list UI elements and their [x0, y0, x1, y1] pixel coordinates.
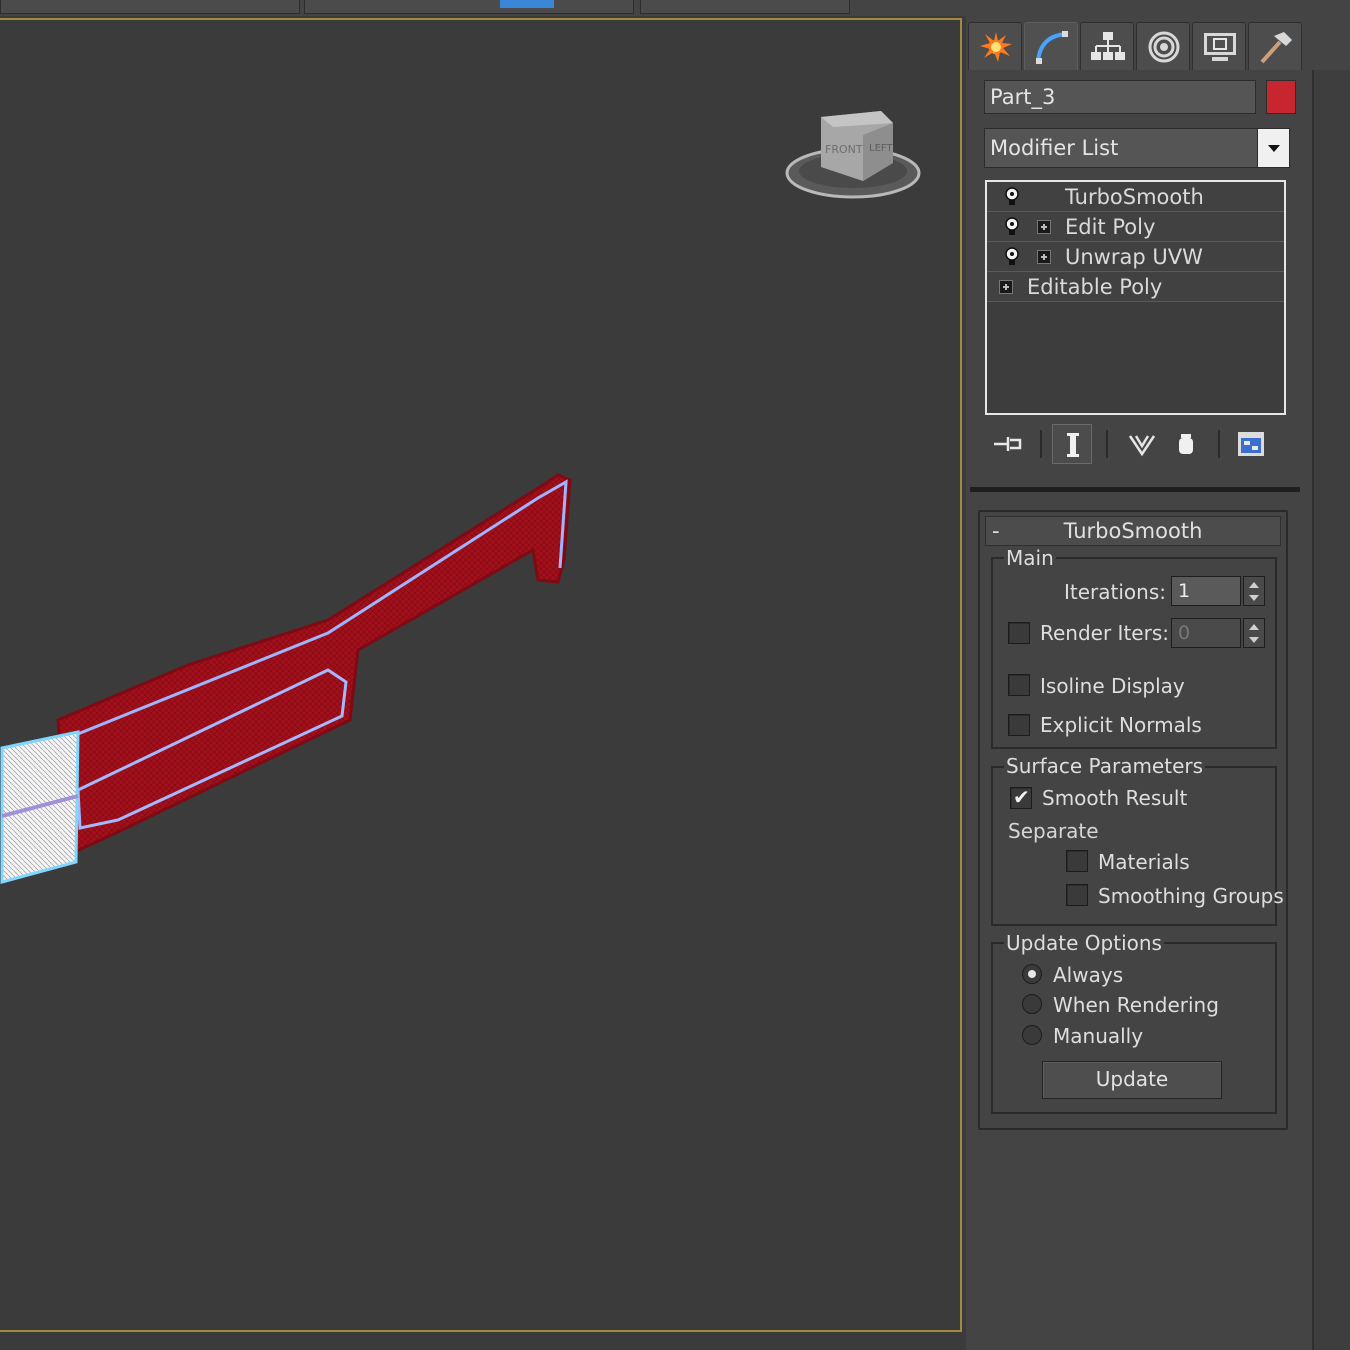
tab-modify[interactable]: [1024, 22, 1078, 70]
tab-motion[interactable]: [1136, 22, 1190, 70]
toolbar-group-1[interactable]: [0, 0, 300, 14]
lightbulb-icon[interactable]: [1004, 247, 1020, 267]
smoothing-groups-label: Smoothing Groups: [1098, 884, 1284, 908]
hammer-icon: [1260, 32, 1292, 64]
svg-text:FRONT: FRONT: [825, 143, 863, 156]
model-part-3[interactable]: [0, 20, 964, 1334]
remove-modifier-button[interactable]: [1166, 424, 1206, 464]
stack-item-label: TurboSmooth: [1065, 185, 1204, 209]
stack-toolbar: [984, 424, 1274, 466]
pin-stack-button[interactable]: [988, 424, 1028, 464]
stack-item-turbosmooth[interactable]: TurboSmooth: [987, 182, 1284, 212]
modifier-list-dropdown[interactable]: Modifier List: [984, 128, 1290, 168]
iterations-field[interactable]: 1: [1171, 576, 1241, 606]
smooth-result-checkbox[interactable]: [1010, 785, 1032, 809]
render-iters-field[interactable]: 0: [1171, 618, 1241, 648]
chevron-down-icon[interactable]: [1257, 129, 1289, 167]
render-iters-label: Render Iters:: [1040, 621, 1169, 645]
separate-label: Separate: [1008, 819, 1099, 843]
modify-curve-icon: [1036, 31, 1068, 64]
spinner-arrows-icon[interactable]: [1243, 618, 1265, 648]
when-rendering-radio[interactable]: [1022, 994, 1042, 1014]
stack-item-label: Edit Poly: [1065, 215, 1156, 239]
pin-icon: [994, 437, 1022, 451]
iterations-spinner[interactable]: 1: [1171, 576, 1267, 606]
smooth-result-label: Smooth Result: [1042, 786, 1188, 810]
collapse-minus-icon[interactable]: -: [992, 517, 1000, 545]
make-unique-button[interactable]: [1122, 424, 1162, 464]
motion-target-icon: [1148, 31, 1180, 63]
lightbulb-icon[interactable]: [1004, 187, 1020, 207]
monitor-icon: [1204, 33, 1236, 61]
always-label: Always: [1053, 963, 1124, 987]
update-button[interactable]: Update: [1042, 1061, 1222, 1099]
expand-plus-icon[interactable]: [999, 280, 1013, 294]
manually-radio[interactable]: [1022, 1025, 1042, 1045]
modifier-stack: TurboSmooth Edit Poly Unwrap UVW Editabl…: [985, 180, 1286, 415]
panel-scroll-strip[interactable]: [1312, 70, 1350, 1350]
toolbar-divider: [1106, 430, 1108, 458]
stack-item-label: Editable Poly: [1027, 275, 1163, 299]
tab-hierarchy[interactable]: [1080, 22, 1134, 70]
stack-item-editable-poly[interactable]: Editable Poly: [987, 272, 1284, 302]
render-iters-checkbox[interactable]: [1008, 622, 1030, 644]
configure-sets-icon: [1238, 432, 1264, 456]
panel-divider: [970, 487, 1300, 492]
make-unique-icon: [1128, 435, 1156, 457]
update-options-title: Update Options: [1004, 931, 1164, 955]
render-iters-spinner[interactable]: 0: [1171, 618, 1267, 648]
tab-create[interactable]: [968, 22, 1022, 70]
materials-checkbox[interactable]: [1066, 850, 1088, 872]
always-radio[interactable]: [1022, 964, 1042, 984]
model-body: [56, 473, 572, 858]
explicit-normals-checkbox[interactable]: [1008, 714, 1030, 736]
toolbar-group-2[interactable]: [304, 0, 634, 14]
viewcube-icon[interactable]: FRONT LEFT: [783, 105, 929, 207]
hierarchy-icon: [1091, 32, 1125, 60]
stack-item-edit-poly[interactable]: Edit Poly: [987, 212, 1284, 242]
expand-plus-icon[interactable]: [1037, 220, 1051, 234]
perspective-viewport[interactable]: FRONT LEFT: [0, 18, 962, 1332]
smoothing-groups-checkbox[interactable]: [1066, 884, 1088, 906]
object-color-swatch[interactable]: [1266, 80, 1296, 114]
isoline-display-label: Isoline Display: [1040, 674, 1185, 698]
iterations-label: Iterations:: [1064, 580, 1166, 604]
tab-utilities[interactable]: [1248, 22, 1302, 70]
manually-label: Manually: [1053, 1024, 1144, 1048]
tab-display[interactable]: [1192, 22, 1246, 70]
trash-icon: [1179, 434, 1193, 454]
svg-text:LEFT: LEFT: [869, 143, 893, 154]
stack-item-label: Unwrap UVW: [1065, 245, 1203, 269]
toolbar-divider: [1040, 430, 1042, 458]
surface-parameters-title: Surface Parameters: [1004, 754, 1206, 778]
when-rendering-label: When Rendering: [1053, 993, 1219, 1017]
configure-modifier-sets-button[interactable]: [1232, 424, 1272, 464]
stack-item-unwrap-uvw[interactable]: Unwrap UVW: [987, 242, 1284, 272]
rollout-title: TurboSmooth: [1063, 519, 1203, 543]
lightbulb-icon[interactable]: [1004, 217, 1020, 237]
expand-plus-icon[interactable]: [1037, 250, 1051, 264]
materials-label: Materials: [1098, 850, 1190, 874]
starburst-icon: [980, 32, 1012, 62]
spinner-arrows-icon[interactable]: [1243, 576, 1265, 606]
end-result-icon: [1067, 433, 1079, 457]
main-group-title: Main: [1004, 546, 1056, 570]
explicit-normals-label: Explicit Normals: [1040, 713, 1202, 737]
toolbar-group-3[interactable]: [640, 0, 850, 14]
toolbar-active-button[interactable]: [500, 0, 554, 8]
isoline-display-checkbox[interactable]: [1008, 674, 1030, 696]
show-end-result-button[interactable]: [1052, 424, 1092, 464]
toolbar-divider: [1218, 430, 1220, 458]
turbosmooth-rollout-header[interactable]: - TurboSmooth: [985, 516, 1281, 546]
modifier-list-label: Modifier List: [990, 136, 1119, 160]
object-name-field[interactable]: Part_3: [984, 80, 1256, 114]
